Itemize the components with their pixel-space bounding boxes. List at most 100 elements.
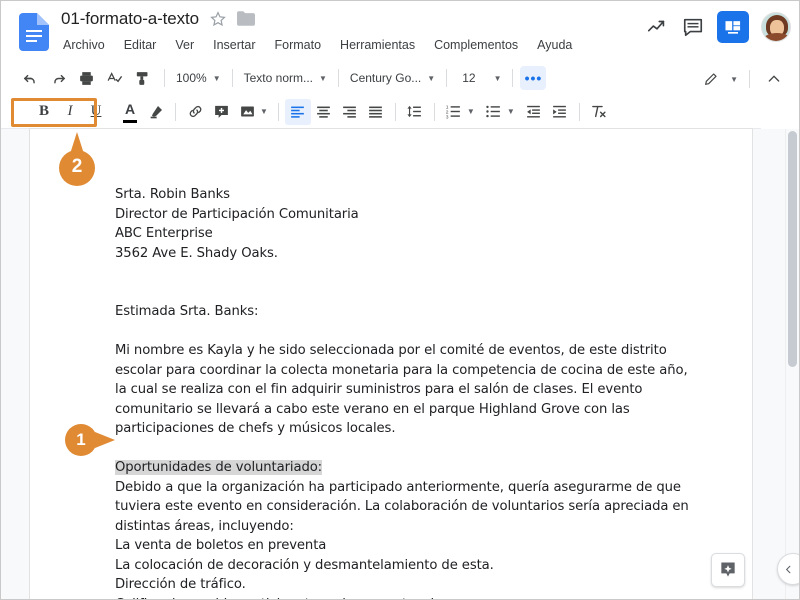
present-share-button[interactable] [717, 11, 749, 43]
explore-button[interactable] [711, 553, 745, 587]
callout-badge-1: 1 [59, 424, 117, 456]
font-size-dropdown[interactable]: 12 ▼ [458, 66, 505, 90]
chevron-up-icon[interactable] [761, 66, 787, 92]
toolbar-divider [578, 102, 580, 121]
toolbar-right-group: ▼ [698, 66, 789, 92]
selected-heading-line: Oportunidades de voluntariado: [115, 458, 695, 478]
paragraph-intro: Mi nombre es Kayla y he sido seleccionad… [115, 343, 688, 436]
chevron-down-icon: ▼ [318, 73, 327, 83]
zoom-dropdown[interactable]: 100% ▼ [172, 66, 225, 90]
address-line: Director de Participación Comunitaria [115, 206, 359, 222]
paint-format-icon[interactable] [129, 65, 155, 91]
chevron-down-icon: ▼ [427, 73, 436, 83]
align-center-icon[interactable] [311, 99, 337, 125]
font-family-dropdown[interactable]: Century Go... ▼ [346, 66, 439, 90]
title-row: 01-formato-a-texto [61, 9, 256, 29]
bulleted-list-icon[interactable] [481, 99, 507, 125]
doc-title[interactable]: 01-formato-a-texto [61, 9, 199, 29]
clear-formatting-icon[interactable] [586, 99, 612, 125]
redo-icon[interactable] [45, 65, 71, 91]
menu-item-complementos[interactable]: Complementos [432, 37, 520, 53]
align-right-icon[interactable] [337, 99, 363, 125]
app-header: 01-formato-a-texto Archivo Editar Ver In… [1, 1, 799, 61]
text-color-swatch [123, 119, 137, 123]
chevron-down-icon[interactable]: ▼ [467, 107, 475, 116]
decrease-indent-icon[interactable] [521, 99, 547, 125]
toolbar-divider [164, 69, 165, 87]
svg-text:3: 3 [446, 115, 449, 120]
chevron-down-icon[interactable]: ▼ [730, 75, 738, 84]
selected-heading[interactable]: Oportunidades de voluntariado: [115, 460, 322, 475]
print-icon[interactable] [73, 65, 99, 91]
document-canvas: Srta. Robin Banks Director de Participac… [1, 129, 799, 600]
font-value: Century Go... [349, 71, 422, 85]
style-value: Texto norm... [243, 71, 313, 85]
align-justify-icon[interactable] [363, 99, 389, 125]
document-body[interactable]: Srta. Robin Banks Director de Participac… [115, 185, 695, 600]
main-toolbar: 100% ▼ Texto norm... ▼ Century Go... ▼ 1… [1, 61, 799, 95]
comment-icon[interactable] [681, 15, 705, 39]
highlight-color-icon[interactable] [143, 99, 169, 125]
text-color-icon[interactable]: A [117, 99, 143, 125]
chevron-down-icon[interactable]: ▼ [507, 107, 515, 116]
chevron-down-icon: ▼ [212, 73, 221, 83]
activity-trending-icon[interactable] [645, 15, 669, 39]
star-outline-icon[interactable] [209, 10, 227, 28]
menu-item-editar[interactable]: Editar [122, 37, 159, 53]
toolbar-divider [337, 69, 339, 87]
underline-label: U [90, 103, 102, 119]
paragraph-style-dropdown[interactable]: Texto norm... ▼ [240, 66, 331, 90]
header-actions [645, 11, 791, 43]
underline-icon[interactable]: U [83, 99, 109, 125]
more-options-button[interactable]: ••• [520, 66, 547, 90]
document-page[interactable]: Srta. Robin Banks Director de Participac… [30, 129, 752, 600]
pencil-icon[interactable] [698, 66, 724, 92]
docs-logo-icon [19, 13, 49, 51]
format-toolbar: B I U A ▼ 1 2 3 ▼ ▼ [1, 95, 761, 129]
list-item: La venta de boletos en preventa [115, 538, 327, 553]
italic-icon[interactable]: I [57, 99, 83, 125]
bold-icon[interactable]: B [31, 99, 57, 125]
toolbar-divider [231, 69, 233, 87]
svg-text:2: 2 [446, 110, 449, 116]
undo-icon[interactable] [17, 65, 43, 91]
folder-icon[interactable] [237, 11, 256, 27]
align-left-icon[interactable] [284, 98, 311, 125]
chevron-left-icon [785, 565, 791, 573]
menu-item-formato[interactable]: Formato [273, 37, 324, 53]
numbered-list-icon[interactable]: 1 2 3 [441, 99, 467, 125]
chevron-down-icon: ▼ [493, 73, 502, 83]
google-docs-window: 01-formato-a-texto Archivo Editar Ver In… [0, 0, 800, 600]
callout-badge-2-label: 2 [71, 156, 83, 177]
add-comment-icon[interactable] [208, 99, 234, 125]
callout-badge-2: 2 [54, 132, 100, 188]
toolbar-divider [394, 102, 396, 121]
toolbar-divider [277, 102, 279, 121]
increase-indent-icon[interactable] [547, 99, 573, 125]
spellcheck-icon[interactable] [101, 65, 127, 91]
insert-image-icon[interactable] [234, 99, 260, 125]
scrollbar-thumb[interactable] [788, 131, 797, 367]
menu-item-ver[interactable]: Ver [173, 37, 196, 53]
menu-item-ayuda[interactable]: Ayuda [535, 37, 574, 53]
menu-item-insertar[interactable]: Insertar [211, 37, 257, 53]
list-item: La colocación de decoración y desmantela… [115, 557, 494, 573]
insert-link-icon[interactable] [182, 99, 208, 125]
menu-item-herramientas[interactable]: Herramientas [338, 37, 417, 53]
chevron-down-icon[interactable]: ▼ [260, 107, 268, 116]
list-item: Calificar la comida participante en la c… [115, 595, 695, 600]
menu-item-archivo[interactable]: Archivo [61, 37, 107, 53]
zoom-value: 100% [176, 71, 207, 85]
italic-label: I [67, 103, 73, 119]
svg-text:1: 1 [446, 105, 449, 111]
explore-icon [721, 562, 735, 577]
user-avatar[interactable] [761, 12, 791, 42]
salutation: Estimada Srta. Banks: [115, 304, 259, 319]
toolbar-divider [175, 102, 176, 121]
vertical-scrollbar[interactable] [785, 129, 799, 599]
line-spacing-icon[interactable] [402, 99, 428, 125]
